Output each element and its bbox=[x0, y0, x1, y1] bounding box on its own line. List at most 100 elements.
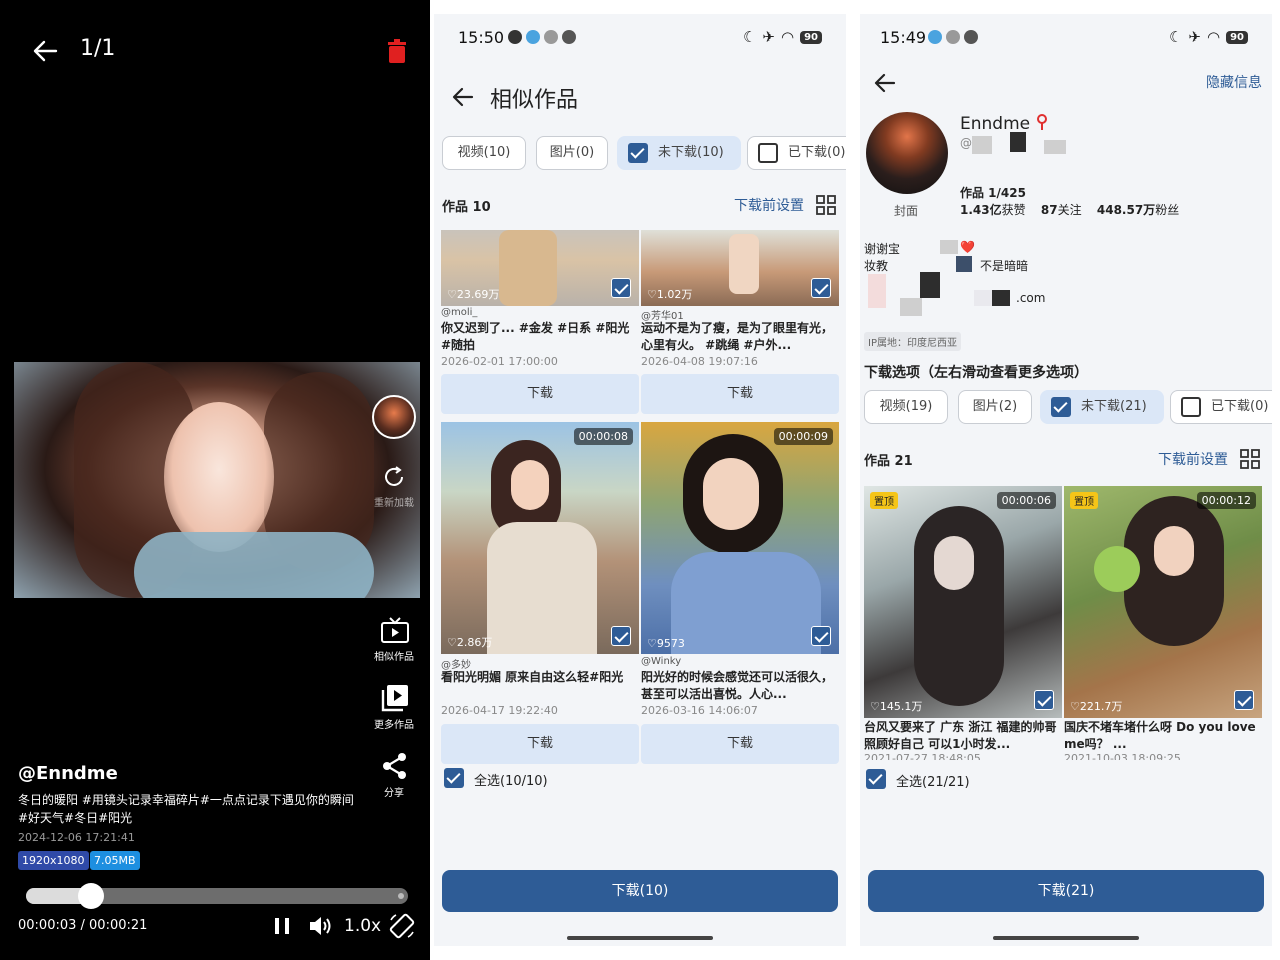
pause-icon[interactable] bbox=[268, 912, 296, 940]
grid-view-icon[interactable] bbox=[1240, 449, 1260, 469]
checkbox-checked-icon bbox=[866, 769, 886, 789]
airplane-icon: ✈ bbox=[1188, 28, 1201, 46]
work-card[interactable]: ♡1.02万 @芳华01 运动不是为了瘦，是为了眼里有光，心里有火。 #跳绳 #… bbox=[641, 230, 839, 420]
filter-chip-video[interactable]: 视频(10) bbox=[442, 136, 526, 170]
work-thumbnail[interactable]: ♡23.69万 bbox=[441, 230, 639, 306]
airplane-icon: ✈ bbox=[762, 28, 775, 46]
like-count: ♡1.02万 bbox=[647, 288, 693, 301]
redaction-block bbox=[972, 136, 992, 154]
author-avatar[interactable] bbox=[372, 395, 416, 439]
download-button[interactable]: 下载 bbox=[441, 724, 639, 764]
similar-works-label[interactable]: 相似作品 bbox=[364, 648, 424, 663]
filter-chip-image[interactable]: 图片(2) bbox=[958, 390, 1032, 424]
redaction-block bbox=[1044, 140, 1066, 154]
filter-chip-not-downloaded[interactable]: 未下载(21) bbox=[1040, 390, 1164, 424]
select-checkbox[interactable] bbox=[811, 626, 831, 646]
home-indicator bbox=[993, 936, 1139, 940]
pinned-badge: 置顶 bbox=[1070, 492, 1098, 509]
filter-chip-image[interactable]: 图片(0) bbox=[536, 136, 608, 170]
work-card[interactable]: 置顶 00:00:06 ♡145.1万 台风又要来了 广东 浙江 福建的帅哥照顾… bbox=[864, 486, 1062, 760]
refresh-icon[interactable] bbox=[382, 465, 406, 489]
video-frame[interactable] bbox=[14, 362, 420, 598]
redaction-block bbox=[1010, 132, 1026, 152]
delete-icon[interactable] bbox=[386, 38, 408, 64]
select-all-toggle[interactable]: 全选(21/21) bbox=[866, 769, 1066, 791]
author-username[interactable]: @Enndme bbox=[18, 763, 118, 784]
select-checkbox[interactable] bbox=[1234, 690, 1254, 710]
select-checkbox[interactable] bbox=[611, 626, 631, 646]
status-clock: 15:49 bbox=[880, 28, 927, 47]
back-arrow-icon[interactable] bbox=[872, 70, 898, 96]
work-card[interactable]: 00:00:08 ♡2.86万 @多妙 看阳光明媚 原来自由这么轻#阳光 202… bbox=[441, 422, 639, 772]
battery-indicator: 90 bbox=[1226, 30, 1248, 44]
filter-chip-downloaded[interactable]: 已下载(0) bbox=[747, 136, 846, 170]
back-arrow-icon[interactable] bbox=[450, 84, 476, 110]
work-card[interactable]: 00:00:09 ♡9573 @Winky 阳光好的时候会感觉还可以活很久，甚至… bbox=[641, 422, 839, 772]
playback-speed[interactable]: 1.0x bbox=[344, 916, 381, 936]
work-thumbnail[interactable]: ♡1.02万 bbox=[641, 230, 839, 306]
filesize-badge: 7.05MB bbox=[90, 851, 140, 870]
more-works-label[interactable]: 更多作品 bbox=[364, 716, 424, 731]
download-button[interactable]: 下载 bbox=[641, 724, 839, 764]
select-checkbox[interactable] bbox=[611, 278, 631, 298]
work-thumbnail[interactable]: 00:00:08 ♡2.86万 bbox=[441, 422, 639, 654]
filter-chip-not-downloaded[interactable]: 未下载(10) bbox=[617, 136, 741, 170]
progress-knob[interactable] bbox=[78, 883, 104, 909]
rotate-screen-icon[interactable] bbox=[388, 912, 416, 940]
card-description: 国庆不堵车堵什么呀 Do you love me吗？ ... bbox=[1064, 720, 1256, 751]
cover-label[interactable]: 封面 bbox=[894, 202, 918, 219]
more-works-icon[interactable] bbox=[380, 683, 410, 713]
video-duration: 00:00:06 bbox=[996, 492, 1056, 509]
work-thumbnail[interactable]: 00:00:09 ♡9573 bbox=[641, 422, 839, 654]
screenshot-collage: 1/1 重新加载 相似作品 更多作品 分享 @Enndme 冬日的暖阳 #用镜头… bbox=[0, 0, 1280, 960]
filter-chip-downloaded[interactable]: 已下载(0) bbox=[1170, 390, 1272, 424]
redaction-block bbox=[940, 240, 958, 254]
card-description: 你又迟到了... #金发 #日系 #阳光 #随拍 bbox=[441, 321, 630, 352]
select-checkbox[interactable] bbox=[811, 278, 831, 298]
video-duration: 00:00:12 bbox=[1196, 492, 1256, 509]
notification-icon bbox=[526, 30, 540, 44]
filter-chip-video[interactable]: 视频(19) bbox=[864, 390, 948, 424]
progress-slider[interactable] bbox=[26, 883, 408, 909]
battery-indicator: 90 bbox=[800, 30, 822, 44]
select-checkbox[interactable] bbox=[1034, 690, 1054, 710]
work-thumbnail[interactable]: 置顶 00:00:06 ♡145.1万 bbox=[864, 486, 1062, 718]
pre-download-settings-link[interactable]: 下载前设置 bbox=[734, 195, 804, 215]
work-card[interactable]: ♡23.69万 @moli_ 你又迟到了... #金发 #日系 #阳光 #随拍 … bbox=[441, 230, 639, 420]
bio-line: ❤️ bbox=[960, 240, 975, 254]
like-count: ♡145.1万 bbox=[870, 700, 923, 713]
pre-download-settings-link[interactable]: 下载前设置 bbox=[1158, 449, 1228, 469]
share-icon[interactable] bbox=[380, 751, 410, 781]
card-author: @moli_ bbox=[441, 307, 478, 318]
redaction-block bbox=[900, 298, 922, 316]
download-all-button[interactable]: 下载(10) bbox=[442, 870, 838, 912]
share-label[interactable]: 分享 bbox=[364, 784, 424, 799]
similar-works-icon[interactable] bbox=[380, 616, 410, 646]
wifi-icon: ◠ bbox=[1206, 28, 1221, 46]
wifi-icon: ◠ bbox=[780, 28, 795, 46]
work-card[interactable]: 置顶 00:00:12 ♡221.7万 国庆不堵车堵什么呀 Do you lov… bbox=[1064, 486, 1262, 760]
volume-icon[interactable] bbox=[306, 912, 334, 940]
like-count: ♡9573 bbox=[647, 637, 685, 650]
download-options-title: 下载选项（左右滑动查看更多选项） bbox=[864, 365, 1088, 381]
select-all-toggle[interactable]: 全选(10/10) bbox=[444, 768, 644, 790]
moon-icon: ☾ bbox=[1168, 28, 1183, 46]
title-bar: 相似作品 bbox=[434, 78, 846, 118]
page-title: 相似作品 bbox=[490, 88, 579, 113]
download-all-button[interactable]: 下载(21) bbox=[868, 870, 1264, 912]
video-duration: 00:00:09 bbox=[773, 428, 833, 445]
download-button[interactable]: 下载 bbox=[441, 374, 639, 414]
grid-view-icon[interactable] bbox=[816, 195, 836, 215]
back-arrow-icon[interactable] bbox=[30, 36, 60, 66]
download-button[interactable]: 下载 bbox=[641, 374, 839, 414]
works-count: 作品 21 bbox=[864, 454, 913, 469]
profile-avatar[interactable] bbox=[866, 112, 948, 194]
notification-icon bbox=[928, 30, 942, 44]
work-thumbnail[interactable]: 置顶 00:00:12 ♡221.7万 bbox=[1064, 486, 1262, 718]
card-description: 运动不是为了瘦，是为了眼里有光，心里有火。 #跳绳 #户外... bbox=[641, 321, 834, 352]
profile-stats: 1.43亿获赞 87关注 448.57万粉丝 bbox=[960, 203, 1180, 217]
hide-info-link[interactable]: 隐藏信息 bbox=[1206, 72, 1262, 92]
checkbox-checked-icon bbox=[444, 768, 464, 788]
like-count: ♡221.7万 bbox=[1070, 700, 1123, 713]
card-date: 2021-07-27 18:48:05 bbox=[864, 752, 981, 760]
